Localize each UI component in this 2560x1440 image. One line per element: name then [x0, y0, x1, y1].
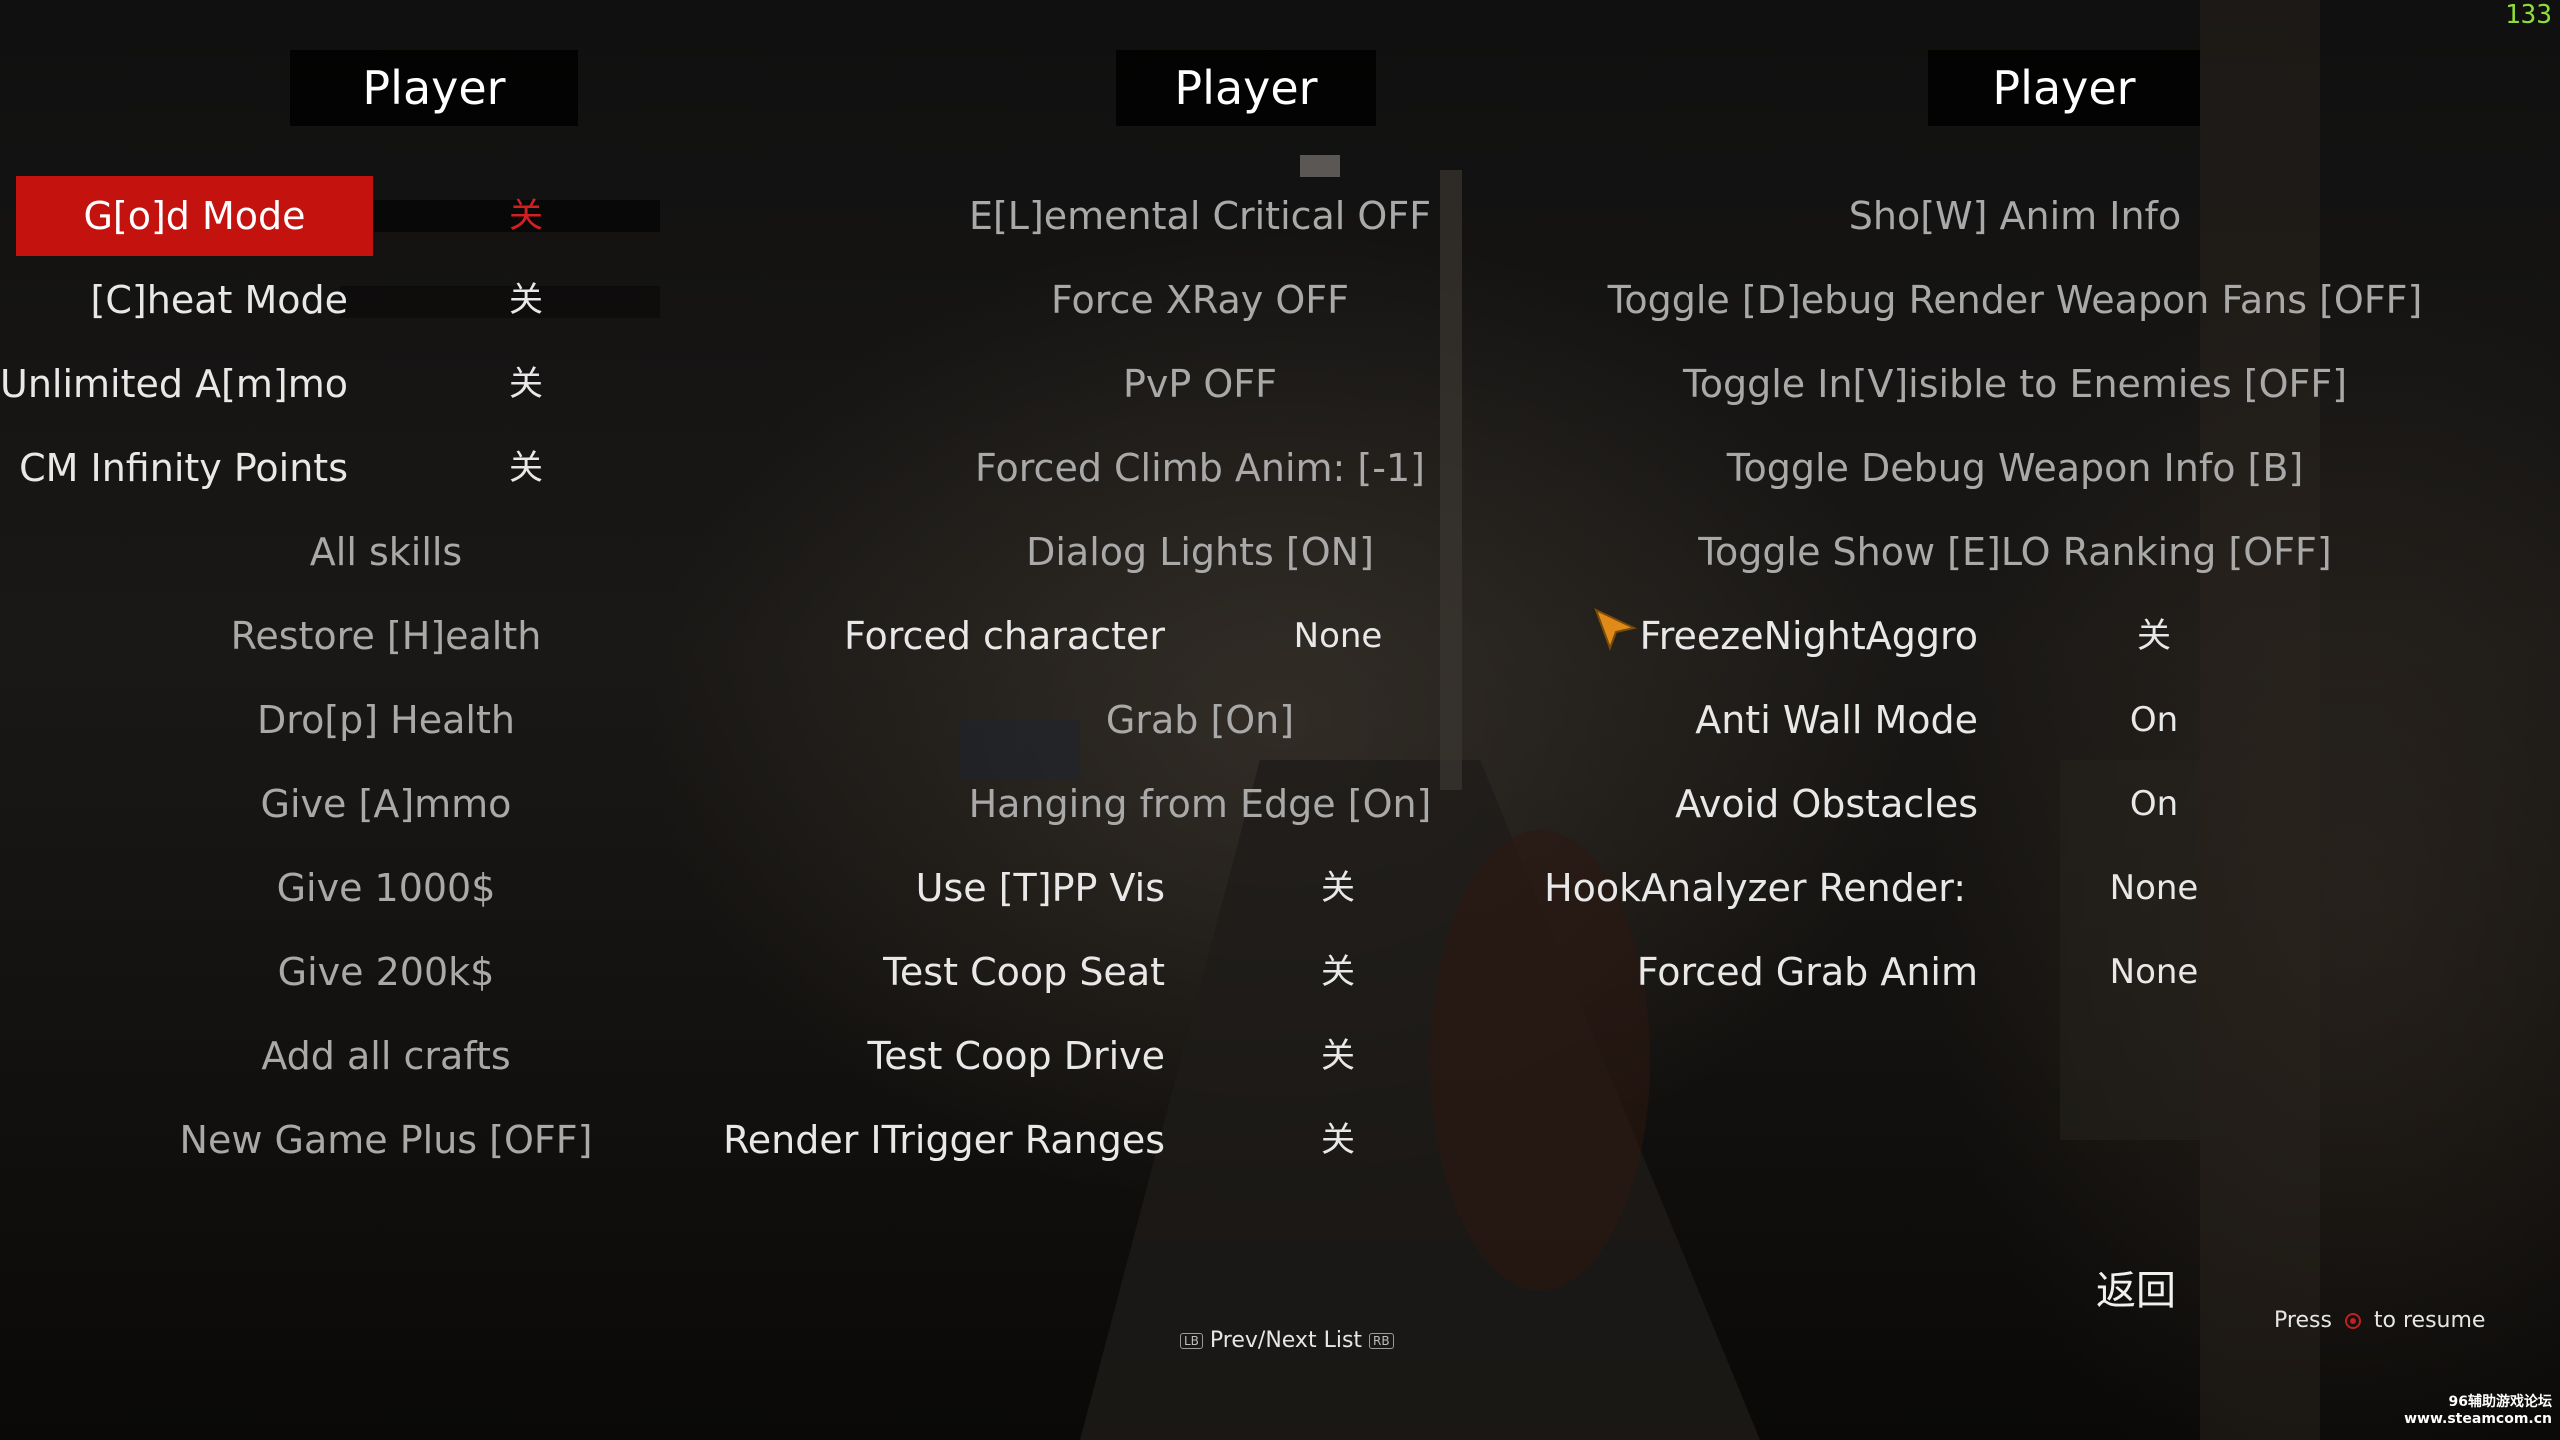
column-3-header: Player [1928, 50, 2200, 126]
menu-item-all-skills[interactable]: All skills [86, 512, 686, 592]
menu-item-give-ammo[interactable]: Give [A]mmo [86, 764, 686, 844]
menu-item-avoid-obstacles[interactable]: Avoid Obstacles [1500, 764, 1978, 844]
menu-item-freeze-night-aggro[interactable]: FreezeNightAggro [1500, 596, 1978, 676]
menu-item-test-coop-drive[interactable]: Test Coop Drive [600, 1016, 1165, 1096]
anti-wall-mode-value[interactable]: On [2094, 680, 2214, 760]
menu-item-unlimited-ammo[interactable]: Unlimited A[m]mo [0, 344, 348, 424]
prev-next-list-hint: LB Prev/Next List RB [1180, 1328, 1394, 1353]
forced-grab-anim-value[interactable]: None [2094, 932, 2214, 1012]
column-1-header: Player [290, 50, 578, 126]
cm-infinity-points-toggle-value[interactable]: 关 [466, 428, 586, 508]
menu-item-use-tpp-vis[interactable]: Use [T]PP Vis [600, 848, 1165, 928]
menu-item-dialog-lights[interactable]: Dialog Lights [ON] [900, 512, 1500, 592]
render-itrigger-ranges-toggle-value[interactable]: 关 [1278, 1100, 1398, 1180]
watermark-logo: 96辅助游戏论坛 www.steamcom.cn [2404, 1394, 2552, 1428]
menu-item-force-xray[interactable]: Force XRay OFF [900, 260, 1500, 340]
menu-item-show-anim-info[interactable]: Sho[W] Anim Info [1580, 176, 2450, 256]
menu-item-test-coop-seat[interactable]: Test Coop Seat [600, 932, 1165, 1012]
menu-item-show-elo-ranking[interactable]: Toggle Show [E]LO Ranking [OFF] [1580, 512, 2450, 592]
b-button-icon [2344, 1313, 2361, 1329]
menu-item-cm-infinity-points[interactable]: CM Infinity Points [0, 428, 348, 508]
menu-item-debug-weapon-info[interactable]: Toggle Debug Weapon Info [B] [1580, 428, 2450, 508]
fps-counter: 133 [2505, 0, 2552, 30]
menu-item-invisible-to-enemies[interactable]: Toggle In[V]isible to Enemies [OFF] [1580, 344, 2450, 424]
test-coop-drive-toggle-value[interactable]: 关 [1278, 1016, 1398, 1096]
menu-item-debug-render-weapon-fans[interactable]: Toggle [D]ebug Render Weapon Fans [OFF] [1580, 260, 2450, 340]
menu-item-hookanalyzer-render[interactable]: HookAnalyzer Render: [1500, 848, 1966, 928]
back-button[interactable]: 返回 [2096, 1258, 2176, 1316]
freeze-night-aggro-toggle-value[interactable]: 关 [2094, 596, 2214, 676]
menu-item-give-1000[interactable]: Give 1000$ [86, 848, 686, 928]
menu-item-drop-health[interactable]: Dro[p] Health [86, 680, 686, 760]
god-mode-toggle-value[interactable]: 关 [466, 176, 586, 256]
hookanalyzer-render-value[interactable]: None [2094, 848, 2214, 928]
menu-item-restore-health[interactable]: Restore [H]ealth [86, 596, 686, 676]
menu-item-pvp[interactable]: PvP OFF [900, 344, 1500, 424]
menu-item-give-200k[interactable]: Give 200k$ [86, 932, 686, 1012]
avoid-obstacles-value[interactable]: On [2094, 764, 2214, 844]
lb-button-icon: LB [1180, 1333, 1203, 1349]
menu-item-forced-climb-anim[interactable]: Forced Climb Anim: [-1] [900, 428, 1500, 508]
menu-item-hanging-from-edge[interactable]: Hanging from Edge [On] [900, 764, 1500, 844]
menu-item-anti-wall-mode[interactable]: Anti Wall Mode [1500, 680, 1978, 760]
unlimited-ammo-toggle-value[interactable]: 关 [466, 344, 586, 424]
menu-item-god-mode[interactable]: G[o]d Mode [16, 176, 373, 256]
menu-item-forced-character[interactable]: Forced character [600, 596, 1165, 676]
cheat-mode-toggle-value[interactable]: 关 [466, 260, 586, 340]
menu-item-elemental-critical[interactable]: E[L]emental Critical OFF [900, 176, 1500, 256]
mouse-cursor-icon [1594, 608, 1638, 651]
use-tpp-vis-toggle-value[interactable]: 关 [1278, 848, 1398, 928]
menu-item-forced-grab-anim[interactable]: Forced Grab Anim [1500, 932, 1978, 1012]
test-coop-seat-toggle-value[interactable]: 关 [1278, 932, 1398, 1012]
menu-item-grab[interactable]: Grab [On] [900, 680, 1500, 760]
menu-item-cheat-mode[interactable]: [C]heat Mode [0, 260, 348, 340]
menu-item-render-itrigger-ranges[interactable]: Render ITrigger Ranges [600, 1100, 1165, 1180]
watermark-line-2: www.steamcom.cn [2404, 1411, 2552, 1427]
press-label: Press [2274, 1308, 2332, 1333]
resume-hint: Press to resume [2274, 1308, 2485, 1333]
menu-item-add-all-crafts[interactable]: Add all crafts [86, 1016, 686, 1096]
column-2-header: Player [1116, 50, 1376, 126]
prev-next-list-label[interactable]: Prev/Next List [1210, 1328, 1362, 1353]
watermark-line-1: 96辅助游戏论坛 [2448, 1394, 2552, 1410]
menu-item-new-game-plus[interactable]: New Game Plus [OFF] [86, 1100, 686, 1180]
resume-label: to resume [2373, 1308, 2486, 1333]
rb-button-icon: RB [1369, 1333, 1394, 1349]
forced-character-value[interactable]: None [1278, 596, 1398, 676]
